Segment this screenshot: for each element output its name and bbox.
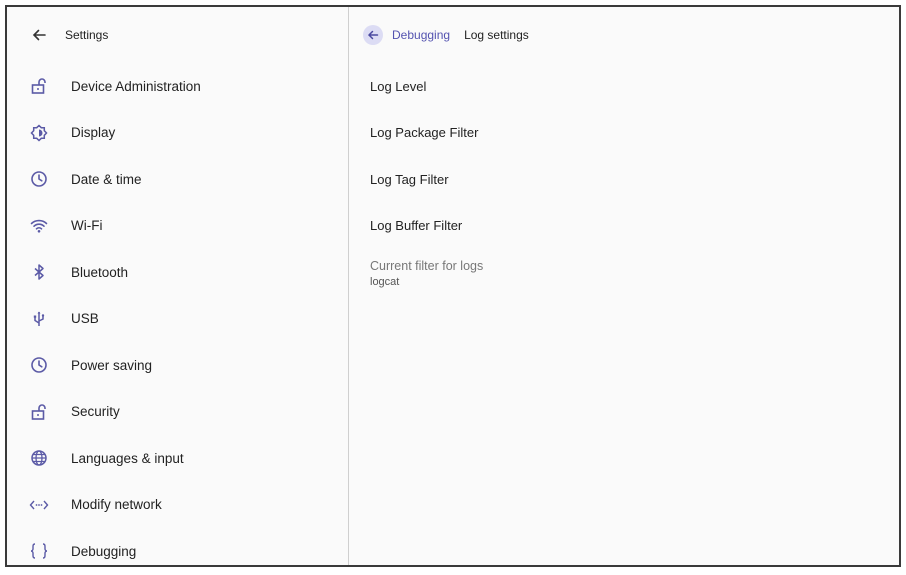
current-filter-value: logcat	[370, 276, 400, 288]
sidebar-item-label: Debugging	[71, 543, 137, 559]
settings-sidebar: Settings Device Administration Display D…	[7, 7, 349, 565]
sidebar-item-label: USB	[71, 311, 99, 327]
lock-open-icon	[28, 401, 50, 423]
settings-window: Settings Device Administration Display D…	[5, 5, 901, 567]
log-buffer-filter-option[interactable]: Log Buffer Filter	[349, 203, 899, 250]
detail-pane: Debugging Log settings Log Level Log Pac…	[349, 7, 899, 565]
sidebar-item-debugging[interactable]: Debugging	[7, 528, 348, 575]
sidebar-item-date-time[interactable]: Date & time	[7, 156, 348, 203]
log-level-option[interactable]: Log Level	[349, 63, 899, 110]
sidebar-item-label: Wi-Fi	[71, 218, 103, 234]
sidebar-item-label: Power saving	[71, 357, 153, 373]
sidebar-item-modify-network[interactable]: Modify network	[7, 482, 348, 529]
sidebar-item-usb[interactable]: USB	[7, 296, 348, 343]
sidebar-item-label: Device Administration	[71, 78, 201, 94]
detail-header: Debugging Log settings	[349, 7, 899, 63]
sidebar-item-security[interactable]: Security	[7, 389, 348, 436]
usb-icon	[28, 308, 50, 330]
brightness-icon	[28, 122, 50, 144]
sidebar-item-device-administration[interactable]: Device Administration	[7, 63, 348, 110]
globe-icon	[28, 447, 50, 469]
back-arrow-icon[interactable]	[363, 25, 383, 45]
sidebar-item-label: Languages & input	[71, 450, 184, 466]
sidebar-item-wifi[interactable]: Wi-Fi	[7, 203, 348, 250]
log-tag-filter-option[interactable]: Log Tag Filter	[349, 156, 899, 203]
sidebar-header: Settings	[7, 7, 348, 63]
sidebar-item-display[interactable]: Display	[7, 110, 348, 157]
log-package-filter-option[interactable]: Log Package Filter	[349, 110, 899, 157]
lock-open-icon	[28, 75, 50, 97]
sidebar-item-label: Modify network	[71, 497, 162, 513]
clock-icon	[28, 168, 50, 190]
breadcrumb-debugging[interactable]: Debugging	[392, 28, 450, 42]
sidebar-item-languages-input[interactable]: Languages & input	[7, 435, 348, 482]
sidebar-item-label: Date & time	[71, 171, 142, 187]
page-title: Log settings	[464, 28, 529, 42]
current-filter-title: Current filter for logs	[370, 259, 484, 273]
current-filter-item: Current filter for logs logcat	[349, 249, 899, 288]
sidebar-title: Settings	[65, 28, 109, 42]
settings-menu: Device Administration Display Date & tim…	[7, 63, 348, 575]
sidebar-item-label: Display	[71, 125, 116, 141]
sidebar-item-bluetooth[interactable]: Bluetooth	[7, 249, 348, 296]
sidebar-item-label: Security	[71, 404, 120, 420]
bluetooth-icon	[28, 261, 50, 283]
back-arrow-icon[interactable]	[29, 25, 49, 45]
sidebar-item-power-saving[interactable]: Power saving	[7, 342, 348, 389]
wifi-icon	[28, 215, 50, 237]
braces-icon	[28, 540, 50, 562]
code-arrows-icon	[28, 494, 50, 516]
sidebar-item-label: Bluetooth	[71, 264, 129, 280]
clock-icon	[28, 354, 50, 376]
